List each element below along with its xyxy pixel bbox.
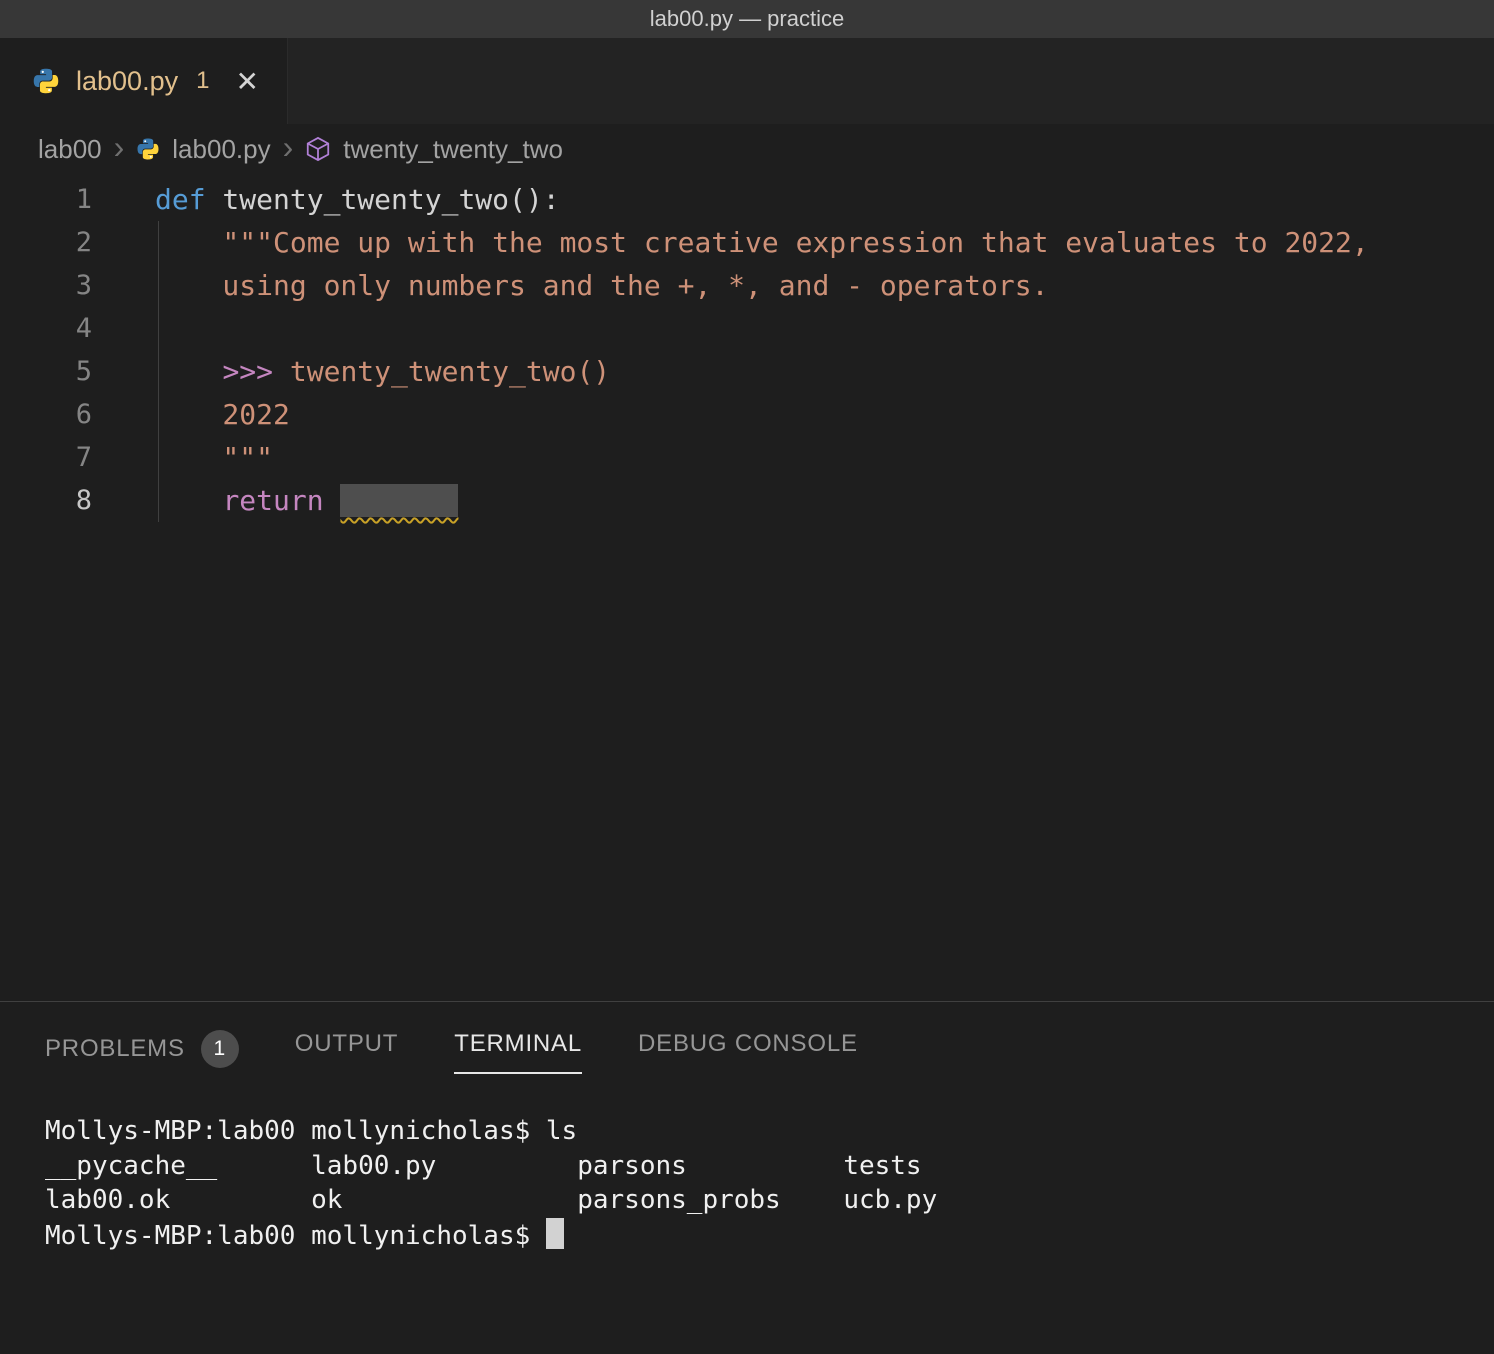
code-line[interactable]: 6 2022: [0, 393, 1494, 436]
editor-lines: 1def twenty_twenty_two():2 """Come up wi…: [0, 178, 1494, 522]
title-bar: lab00.py — practice: [0, 0, 1494, 38]
code-text: 2022: [155, 393, 290, 436]
close-icon[interactable]: ✕: [235, 65, 258, 98]
chevron-right-icon: ›: [114, 131, 125, 163]
panel-tab-label: TERMINAL: [454, 1030, 582, 1058]
tab-title: lab00.py: [76, 66, 178, 97]
line-number: 5: [0, 350, 92, 393]
tab-bar: lab00.py 1 ✕: [0, 38, 1494, 124]
tab-lab00py[interactable]: lab00.py 1 ✕: [0, 38, 288, 124]
code-editor[interactable]: 1def twenty_twenty_two():2 """Come up wi…: [0, 174, 1494, 1001]
line-number: 6: [0, 393, 92, 436]
code-segment: >>>: [222, 355, 273, 388]
code-segment: [155, 355, 222, 388]
code-text: """Come up with the most creative expres…: [155, 221, 1369, 264]
code-segment: twenty_twenty_two():: [206, 183, 560, 216]
panel-tab-output[interactable]: OUTPUT: [295, 1030, 398, 1072]
code-line[interactable]: 4: [0, 307, 1494, 350]
vscode-window: lab00.py — practice lab00.py 1 ✕ lab00 ›: [0, 0, 1494, 1354]
code-segment: using only numbers and the +, *, and - o…: [155, 269, 1048, 302]
missing-expression-highlight: [340, 484, 458, 517]
window-title: lab00.py — practice: [650, 6, 844, 32]
code-segment: [324, 484, 341, 517]
breadcrumb-folder[interactable]: lab00: [38, 134, 102, 165]
terminal-cursor: [546, 1218, 564, 1249]
line-number: 8: [0, 479, 92, 522]
chevron-right-icon: ›: [283, 131, 294, 163]
code-text: return: [155, 479, 458, 522]
panel-tab-debug-console[interactable]: DEBUG CONSOLE: [638, 1030, 858, 1072]
panel-tab-bar: PROBLEMS 1 OUTPUT TERMINAL DEBUG CONSOLE: [0, 1002, 1494, 1082]
line-number: 1: [0, 178, 92, 221]
line-number: 7: [0, 436, 92, 479]
code-line[interactable]: 1 def twenty_twenty_two():: [0, 178, 1494, 221]
code-segment: def: [155, 183, 206, 216]
terminal-output[interactable]: Mollys-MBP:lab00 mollynicholas$ ls__pyca…: [45, 1114, 1494, 1253]
panel-tab-label: PROBLEMS: [45, 1035, 185, 1063]
terminal-line: Mollys-MBP:lab00 mollynicholas$ ls: [45, 1114, 1494, 1149]
code-segment: return: [222, 484, 323, 517]
terminal-line: Mollys-MBP:lab00 mollynicholas$: [45, 1218, 1494, 1254]
tab-problem-count: 1: [196, 67, 209, 95]
code-line[interactable]: 3 using only numbers and the +, *, and -…: [0, 264, 1494, 307]
code-line[interactable]: 7 """: [0, 436, 1494, 479]
bottom-panel: PROBLEMS 1 OUTPUT TERMINAL DEBUG CONSOLE Mol…: [0, 1001, 1494, 1354]
panel-tab-label: DEBUG CONSOLE: [638, 1030, 858, 1058]
code-text: using only numbers and the +, *, and - o…: [155, 264, 1048, 307]
symbol-cube-icon: [305, 136, 331, 162]
terminal-line: lab00.ok ok parsons_probs ucb.py: [45, 1183, 1494, 1218]
code-text: >>> twenty_twenty_two(): [155, 350, 610, 393]
python-icon: [32, 67, 60, 95]
line-number: 2: [0, 221, 92, 264]
line-number: 4: [0, 307, 92, 350]
code-text: """: [155, 436, 273, 479]
panel-tab-problems[interactable]: PROBLEMS 1: [45, 1030, 239, 1082]
code-segment: [155, 484, 222, 517]
code-segment: twenty_twenty_two(): [273, 355, 610, 388]
panel-tab-terminal[interactable]: TERMINAL: [454, 1030, 582, 1074]
code-segment: 2022: [155, 398, 290, 431]
code-text: def twenty_twenty_two():: [155, 178, 560, 221]
python-icon: [136, 137, 160, 161]
code-segment: """: [155, 441, 273, 474]
indent-guide: [158, 221, 159, 522]
code-line[interactable]: 5 >>> twenty_twenty_two(): [0, 350, 1494, 393]
breadcrumb-symbol[interactable]: twenty_twenty_two: [343, 134, 563, 165]
line-number: 3: [0, 264, 92, 307]
panel-tab-label: OUTPUT: [295, 1030, 398, 1058]
code-line[interactable]: 8 return: [0, 479, 1494, 522]
code-line[interactable]: 2 """Come up with the most creative expr…: [0, 221, 1494, 264]
code-segment: """Come up with the most creative expres…: [155, 226, 1369, 259]
problems-count-badge: 1: [201, 1030, 239, 1068]
breadcrumb: lab00 › lab00.py › twenty_twenty_two: [0, 124, 1494, 174]
terminal-line: __pycache__ lab00.py parsons tests: [45, 1149, 1494, 1184]
breadcrumb-file[interactable]: lab00.py: [172, 134, 270, 165]
